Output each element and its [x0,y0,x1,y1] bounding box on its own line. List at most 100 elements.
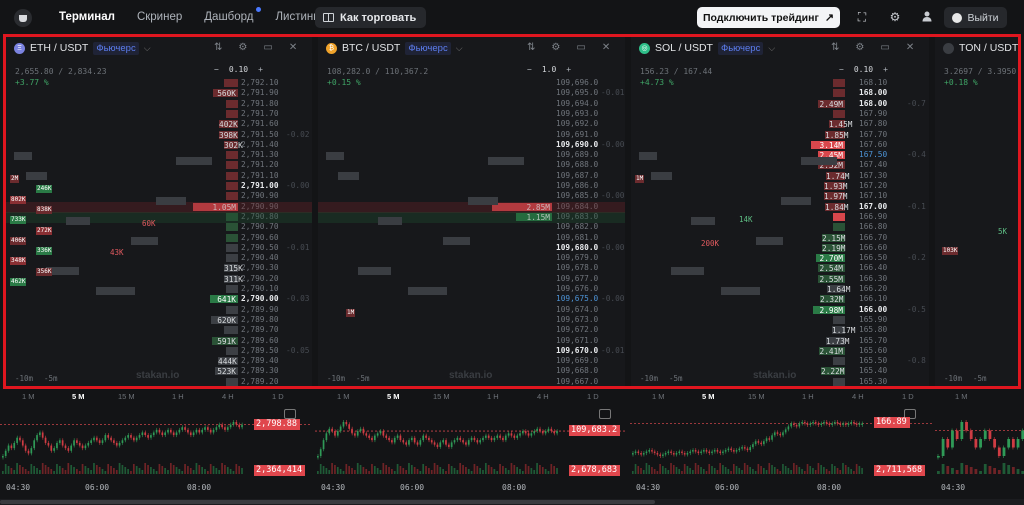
orderbook-row[interactable]: 109,681.0 [318,233,625,243]
chart-panel-btc[interactable]: 1 M 5 M 15 M 1 H 4 H 1 D 109,683.2 2,678,683 04:… [315,390,627,505]
orderbook-row[interactable]: 2,789.90 [6,305,312,315]
timeframe-tab[interactable]: 1 H [487,392,499,401]
pair-name[interactable]: SOL / USDT [655,42,713,54]
window-icon[interactable]: ▭ [880,42,889,53]
pair-name[interactable]: ETH / USDT [30,42,88,54]
orderbook-row[interactable]: 1.73M 165.70 [631,336,929,346]
orderbook-row[interactable]: 166.90 [631,212,929,222]
orderbook-row[interactable]: 109,682.0 [318,222,625,232]
orderbook-row[interactable]: 165.50 -0.8 [631,356,929,366]
chevron-down-icon[interactable]: ⌵ [768,43,775,54]
horizontal-scrollbar[interactable] [0,499,1024,505]
market-badge[interactable]: Фьючерс [405,41,451,55]
timeframe-tab[interactable]: 4 H [537,392,549,401]
split-icon[interactable]: ⇅ [214,42,222,53]
scrollbar-thumb[interactable] [0,500,655,504]
orderbook-row[interactable]: 109,680.0-0.003 [318,243,625,253]
orderbook-row[interactable]: 166.80 [631,222,929,232]
user-icon[interactable] [920,10,934,24]
timeframe-tab[interactable]: 15 M [748,392,765,401]
split-icon[interactable]: ⇅ [831,42,839,53]
menu-item-terminal[interactable]: Терминал [48,11,126,23]
orderbook-row[interactable]: 168.00 [631,88,929,98]
pair-name[interactable]: BTC / USDT [342,42,400,54]
timeframe-tab[interactable]: 1 M [22,392,35,401]
orderbook-row[interactable]: 641K 2,790.00 -0.03 [6,294,312,304]
orderbook-row[interactable]: 109,672.0 [318,325,625,335]
timeframe-tab[interactable]: 4 H [852,392,864,401]
orderbook-row[interactable]: 2.98M 166.00 -0.5 [631,305,929,315]
orderbook-row[interactable]: 109,675.0-0.007 [318,294,625,304]
orderbook-row[interactable]: 109,687.0 [318,171,625,181]
orderbook-panel-eth[interactable]: Ξ ETH / USDT Фьючерс ⌵ ⇅ ⚙ ▭ ✕ 2,655.80 / 2,834.… [6,37,312,386]
orderbook-row[interactable]: 1.97M 167.10 [631,191,929,201]
orderbook-row[interactable]: 591K 2,789.60 [6,336,312,346]
orderbook-row[interactable]: 1.45M 167.80 [631,119,929,129]
orderbook-row[interactable]: 2.49M 168.00 -0.7 [631,99,929,109]
candlestick-chart[interactable] [935,406,1024,476]
orderbook-row[interactable]: 109,673.0 [318,315,625,325]
timeframe-tab[interactable]: 15 M [433,392,450,401]
orderbook-row[interactable]: 1.17M 165.80 [631,325,929,335]
orderbook-row[interactable]: 109,691.0 [318,130,625,140]
orderbook-row[interactable]: 302K 2,791.40 [6,140,312,150]
orderbook-row[interactable]: 2,791.10 [6,171,312,181]
close-icon[interactable]: ✕ [289,42,297,53]
market-badge[interactable]: Фьючерс [717,41,764,55]
gear-icon[interactable]: ⚙ [855,42,864,53]
plus-button[interactable]: + [258,65,263,74]
orderbook-row[interactable]: 109,674.0 [318,305,625,315]
gear-icon[interactable]: ⚙ [551,42,560,53]
close-icon[interactable]: ✕ [602,42,610,53]
orderbook-row[interactable]: 109,690.0-0.005 [318,140,625,150]
orderbook-row[interactable]: 109,692.0 [318,119,625,129]
gear-icon[interactable]: ⚙ [888,10,902,24]
chevron-down-icon[interactable]: ⌵ [144,43,151,54]
timeframe-tab[interactable]: 1 M [337,392,350,401]
orderbook-row[interactable]: 2.45M 167.50 -0.4 [631,150,929,160]
menu-item-dashboard[interactable]: Дашборд [193,7,264,23]
orderbook-row[interactable]: 109,695.0-0.010 [318,88,625,98]
pair-name[interactable]: TON / USDT [959,42,1018,54]
orderbook-panel-sol[interactable]: ◎ SOL / USDT Фьючерс ⌵ ⇅ ⚙ ▭ ✕ 156.23 / 167.44 +4… [631,37,929,386]
timeframe-tab[interactable]: 1 D [272,392,284,401]
fullscreen-icon[interactable]: ⛶ [855,10,869,24]
orderbook-row[interactable]: 2,789.50 -0.05 [6,346,312,356]
orderbook-row[interactable]: 109,677.0 [318,274,625,284]
orderbook-row[interactable]: 109,676.0 [318,284,625,294]
orderbook-row[interactable]: 2,791.30 [6,150,312,160]
orderbook-row[interactable]: 109,679.0 [318,253,625,263]
orderbook-row[interactable]: 2.70M 166.50 -0.2 [631,253,929,263]
orderbook-row[interactable]: 1.84M 167.00 -0.1 [631,202,929,212]
orderbook-panel-btc[interactable]: ₿ BTC / USDT Фьючерс ⌵ ⇅ ⚙ ▭ ✕ 108,282.0 / 110,3… [318,37,625,386]
connect-trading-button[interactable]: Подключить трейдинг ↗ [697,7,840,28]
timeframe-tab[interactable]: 4 H [222,392,234,401]
orderbook-row[interactable]: 2,790.10 [6,284,312,294]
orderbook-row[interactable]: 109,696.0 [318,78,625,88]
timeframe-tab[interactable]: 1 M [652,392,665,401]
orderbook-row[interactable]: 168.10 [631,78,929,88]
timeframe-tab[interactable]: 1 D [587,392,599,401]
close-icon[interactable]: ✕ [906,42,914,53]
window-icon[interactable]: ▭ [576,42,585,53]
timeframe-tab[interactable]: 1 H [172,392,184,401]
orderbook-row[interactable]: 109,693.0 [318,109,625,119]
menu-item-screener[interactable]: Скринер [126,11,193,23]
orderbook-row[interactable]: 109,686.0 [318,181,625,191]
orderbook-row[interactable]: 2,791.70 [6,109,312,119]
plus-button[interactable]: + [566,65,571,74]
how-to-trade-button[interactable]: Как торговать [315,7,427,28]
orderbook-row[interactable]: 2,789.70 [6,325,312,335]
orderbook-row[interactable]: 2,792.10 [6,78,312,88]
orderbook-row[interactable]: 2,791.80 [6,99,312,109]
orderbook-row[interactable]: 1.93M 167.20 [631,181,929,191]
gear-icon[interactable]: ⚙ [238,42,247,53]
plus-button[interactable]: + [883,65,888,74]
tick-size-control[interactable]: −0.10 + [214,65,263,74]
tick-size-control[interactable]: −0.10 + [839,65,888,74]
timeframe-tab[interactable]: 5 M [702,392,715,401]
orderbook-panel-ton[interactable]: TON / USDT 3.2697 / 3.3950 +0.18 % 103K 5K -1… [935,37,1021,386]
orderbook-row[interactable]: 620K 2,789.80 [6,315,312,325]
orderbook-row[interactable]: 109,694.0 [318,99,625,109]
timeframe-tab[interactable]: 5 M [387,392,400,401]
